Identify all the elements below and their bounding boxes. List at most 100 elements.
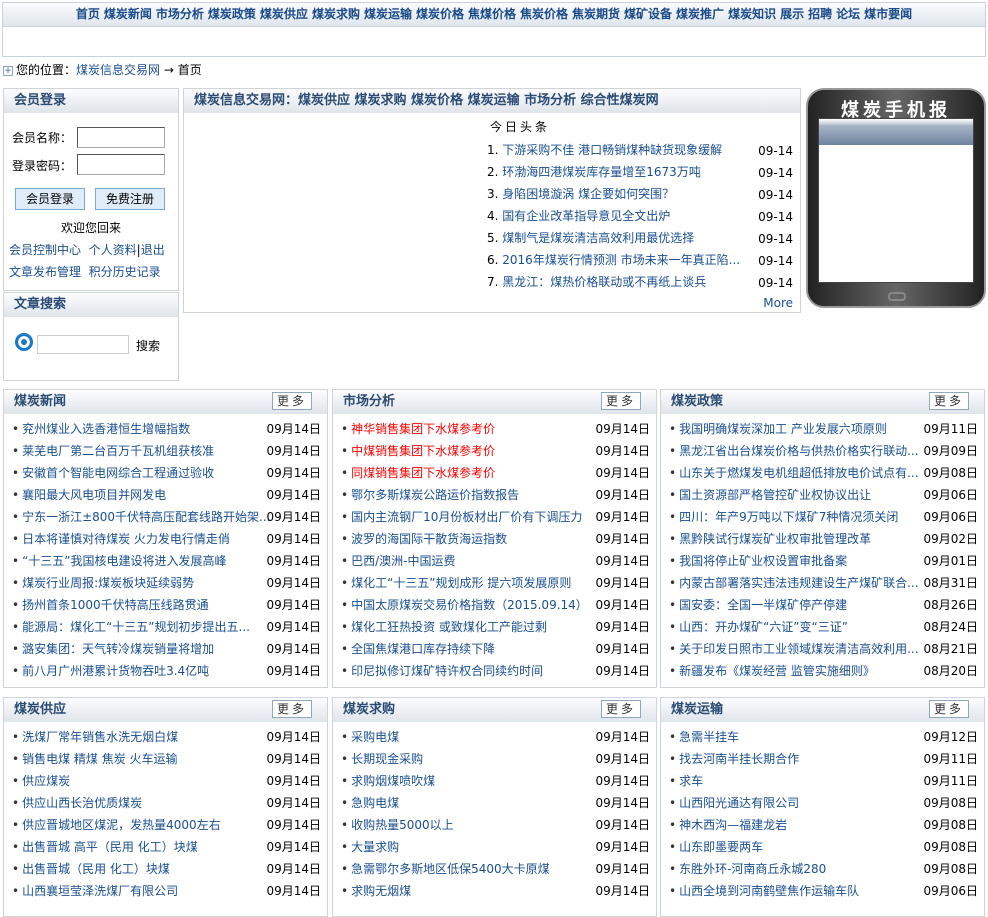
- article-link[interactable]: 潞安集团：天气转冷煤炭销量将增加: [22, 642, 214, 656]
- headline-link[interactable]: 身陷困境漩涡 煤企要如何突围？: [502, 187, 674, 201]
- article-link[interactable]: 鄂尔多斯煤炭公路运价指数报告: [351, 488, 519, 502]
- article-link[interactable]: 莱芜电厂第二台百万千瓦机组获核准: [22, 444, 214, 458]
- headline-link[interactable]: 下游采购不佳 港口畅销煤种缺货现象缓解: [502, 143, 722, 157]
- logout-link[interactable]: 退出: [141, 243, 165, 257]
- nav-item[interactable]: 煤炭推广: [676, 7, 724, 21]
- article-link[interactable]: 国内主流钢厂10月份板材出厂价有下调压力: [351, 510, 582, 524]
- article-link[interactable]: 国土资源部严格管控矿业权协议出让: [679, 488, 871, 502]
- article-link[interactable]: 急购电煤: [351, 796, 399, 810]
- article-manage-link[interactable]: 文章发布管理: [9, 265, 81, 279]
- article-link[interactable]: 山西全境到河南鹤壁焦作运输车队: [679, 884, 859, 898]
- article-link[interactable]: 四川：年产9万吨以下煤矿7种情况须关闭: [679, 510, 898, 524]
- article-link[interactable]: 求车: [679, 774, 703, 788]
- password-input[interactable]: [77, 154, 165, 175]
- article-link[interactable]: 襄阳最大风电项目并网发电: [22, 488, 166, 502]
- article-link[interactable]: 长期现金采购: [351, 752, 423, 766]
- article-link[interactable]: 出售晋城（民用 化工）块煤: [22, 862, 170, 876]
- article-link[interactable]: 波罗的海国际干散货海运指数: [351, 532, 507, 546]
- more-button[interactable]: 更多: [601, 392, 641, 410]
- more-button[interactable]: 更多: [272, 700, 312, 718]
- mobile-news-image[interactable]: 煤炭手机报: [806, 88, 986, 308]
- article-link[interactable]: 同煤销售集团下水煤参考价: [351, 466, 495, 480]
- profile-link[interactable]: 个人资料: [89, 243, 137, 257]
- article-link[interactable]: 急需半挂车: [679, 730, 739, 744]
- member-center-link[interactable]: 会员控制中心: [9, 243, 81, 257]
- article-link[interactable]: 日本将谨慎对待煤炭 火力发电行情走俏: [22, 532, 230, 546]
- nav-item[interactable]: 焦煤价格: [468, 7, 516, 21]
- article-link[interactable]: 能源局：煤化工“十三五”规划初步提出五...: [22, 620, 250, 634]
- article-link[interactable]: 供应晋城地区煤泥，发热量4000左右: [22, 818, 221, 832]
- headline-link[interactable]: 国有企业改革指导意见全文出炉: [502, 209, 670, 223]
- article-link[interactable]: 出售晋城 高平（民用 化工）块煤: [22, 840, 198, 854]
- search-button[interactable]: 搜索: [136, 337, 160, 354]
- article-link[interactable]: 关于印发日照市工业领域煤炭清洁高效利用...: [679, 642, 918, 656]
- article-link[interactable]: 找去河南半挂长期合作: [679, 752, 799, 766]
- article-link[interactable]: 东胜外环-河南商丘永城280: [679, 862, 826, 876]
- nav-item[interactable]: 招聘: [808, 7, 832, 21]
- nav-item[interactable]: 焦炭价格: [520, 7, 568, 21]
- article-link[interactable]: 国安委：全国一半煤矿停产停建: [679, 598, 847, 612]
- article-link[interactable]: 山西：开办煤矿“六证”变“三证”: [679, 620, 848, 634]
- article-link[interactable]: 中国太原煤炭交易价格指数（2015.09.14）: [351, 598, 588, 612]
- article-link[interactable]: 山东即墨要两车: [679, 840, 763, 854]
- article-link[interactable]: 大量求购: [351, 840, 399, 854]
- nav-item[interactable]: 煤炭知识: [728, 7, 776, 21]
- nav-item[interactable]: 煤炭运输: [364, 7, 412, 21]
- article-link[interactable]: 黑黔陕试行煤炭矿业权审批管理改革: [679, 532, 871, 546]
- article-link[interactable]: 煤化工“十三五”规划成形 提六项发展原则: [351, 576, 571, 590]
- article-link[interactable]: 安徽首个智能电网综合工程通过验收: [22, 466, 214, 480]
- article-link[interactable]: 供应山西长治优质煤炭: [22, 796, 142, 810]
- more-button[interactable]: 更多: [929, 392, 969, 410]
- article-link[interactable]: 新疆发布《煤炭经营 监管实施细则》: [679, 664, 875, 678]
- nav-item[interactable]: 首页: [76, 7, 100, 21]
- article-link[interactable]: 我国明确煤炭深加工 产业发展六项原则: [679, 422, 887, 436]
- article-link[interactable]: 巴西/澳洲-中国运费: [351, 554, 455, 568]
- search-input[interactable]: [37, 335, 129, 354]
- article-link[interactable]: 采购电煤: [351, 730, 399, 744]
- nav-item[interactable]: 煤炭新闻: [104, 7, 152, 21]
- headline-link[interactable]: 2016年煤炭行情预测 市场未来一年真正陷...: [502, 253, 740, 267]
- article-link[interactable]: 兖州煤业入选香港恒生增幅指数: [22, 422, 190, 436]
- nav-item[interactable]: 论坛: [836, 7, 860, 21]
- nav-item[interactable]: 煤炭求购: [312, 7, 360, 21]
- article-link[interactable]: 我国将停止矿业权设置审批备案: [679, 554, 847, 568]
- nav-item[interactable]: 煤炭政策: [208, 7, 256, 21]
- article-link[interactable]: 求购无烟煤: [351, 884, 411, 898]
- article-link[interactable]: 印尼拟修订煤矿特许权合同续约时间: [351, 664, 543, 678]
- article-link[interactable]: 内蒙古部署落实违法违规建设生产煤矿联合...: [679, 576, 918, 590]
- article-link[interactable]: 求购烟煤喷吹煤: [351, 774, 435, 788]
- nav-item[interactable]: 煤市要闻: [864, 7, 912, 21]
- headline-link[interactable]: 环渤海四港煤炭库存量增至1673万吨: [502, 165, 701, 179]
- article-link[interactable]: 销售电煤 精煤 焦炭 火车运输: [22, 752, 177, 766]
- more-button[interactable]: 更多: [929, 700, 969, 718]
- breadcrumb-site-link[interactable]: 煤炭信息交易网: [76, 63, 160, 77]
- nav-item[interactable]: 市场分析: [156, 7, 204, 21]
- article-link[interactable]: 全国焦煤港口库存持续下降: [351, 642, 495, 656]
- article-link[interactable]: 黑龙江省出台煤炭价格与供热价格实行联动...: [679, 444, 918, 458]
- username-input[interactable]: [77, 127, 165, 148]
- article-link[interactable]: 洗煤厂常年销售水洗无烟白煤: [22, 730, 178, 744]
- nav-item[interactable]: 煤炭供应: [260, 7, 308, 21]
- login-button[interactable]: 会员登录: [15, 188, 85, 210]
- more-link[interactable]: More: [763, 296, 793, 310]
- article-link[interactable]: “十三五”我国核电建设将进入发展高峰: [22, 554, 226, 568]
- headline-link[interactable]: 煤制气是煤炭清洁高效利用最优选择: [502, 231, 694, 245]
- article-link[interactable]: 煤炭行业周报:煤炭板块延续弱势: [22, 576, 194, 590]
- points-history-link[interactable]: 积分历史记录: [89, 265, 161, 279]
- nav-item[interactable]: 煤炭价格: [416, 7, 464, 21]
- nav-item[interactable]: 煤矿设备: [624, 7, 672, 21]
- article-link[interactable]: 神华销售集团下水煤参考价: [351, 422, 495, 436]
- article-link[interactable]: 煤化工狂热投资 或致煤化工产能过剩: [351, 620, 547, 634]
- article-link[interactable]: 山西阳光通达有限公司: [679, 796, 799, 810]
- article-link[interactable]: 急需鄂尔多斯地区低保5400大卡原煤: [351, 862, 550, 876]
- more-button[interactable]: 更多: [601, 700, 641, 718]
- article-link[interactable]: 中煤销售集团下水煤参考价: [351, 444, 495, 458]
- article-link[interactable]: 宁东一浙江±800千伏特高压配套线路开始架...: [22, 510, 270, 524]
- headline-link[interactable]: 黑龙江：煤热价格联动或不再纸上谈兵: [502, 275, 706, 289]
- article-link[interactable]: 供应煤炭: [22, 774, 70, 788]
- more-button[interactable]: 更多: [272, 392, 312, 410]
- article-link[interactable]: 神木西沟—福建龙岩: [679, 818, 787, 832]
- article-link[interactable]: 扬州首条1000千伏特高压线路贯通: [22, 598, 209, 612]
- article-link[interactable]: 山东关于燃煤发电机组超低排放电价试点有...: [679, 466, 918, 480]
- article-link[interactable]: 收购热量5000以上: [351, 818, 454, 832]
